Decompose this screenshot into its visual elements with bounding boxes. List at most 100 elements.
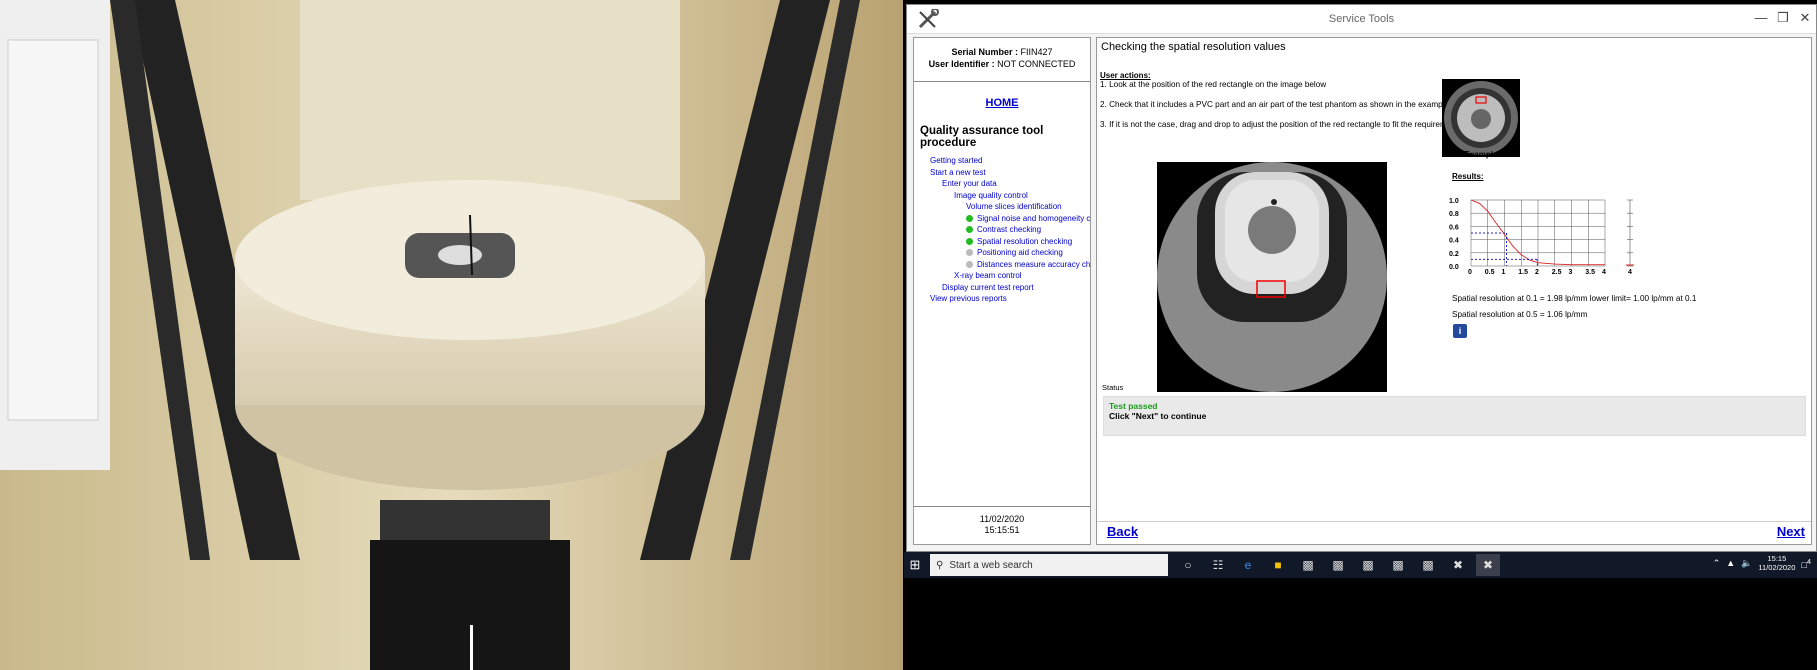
- serial-info: Serial Number : FIIN427 User Identifier …: [914, 46, 1090, 70]
- nav-contrast[interactable]: Contrast checking: [914, 224, 1090, 236]
- nav-distances[interactable]: Distances measure accuracy ch: [914, 259, 1090, 271]
- nav-getting-started[interactable]: Getting started: [914, 155, 1090, 167]
- nav-display-report[interactable]: Display current test report: [914, 282, 1090, 294]
- minimize-icon[interactable]: —: [1754, 10, 1768, 26]
- close-icon[interactable]: ✕: [1798, 10, 1812, 26]
- restore-icon[interactable]: ❐: [1776, 10, 1790, 26]
- step-1: 1. Look at the position of the red recta…: [1100, 80, 1327, 89]
- divider: [914, 81, 1090, 82]
- nav-start-new-test[interactable]: Start a new test: [914, 167, 1090, 179]
- info-icon[interactable]: i: [1453, 324, 1467, 338]
- x-tick-label: 3: [1569, 269, 1573, 276]
- clock[interactable]: 15:15 11/02/2020: [1758, 554, 1795, 572]
- sr-result-2: Spatial resolution at 0.5 = 1.06 lp/mm: [1452, 310, 1588, 319]
- x-tick-label: 1.5: [1518, 269, 1528, 276]
- notification-count: 4: [1806, 556, 1811, 566]
- back-button[interactable]: Back: [1107, 524, 1138, 539]
- nav-previous-reports[interactable]: View previous reports: [914, 293, 1090, 305]
- app-icon-2[interactable]: ▩: [1326, 554, 1350, 576]
- app-icon-1[interactable]: ▩: [1296, 554, 1320, 576]
- edge-icon[interactable]: e: [1236, 554, 1260, 576]
- status-passed: Test passed: [1109, 401, 1158, 411]
- y-tick-label: 0.6: [1449, 224, 1459, 231]
- step-2: 2. Check that it includes a PVC part and…: [1100, 100, 1479, 109]
- results-title: Results:: [1452, 172, 1484, 181]
- y-tick-label: 1.0: [1449, 198, 1459, 205]
- status-dot-icon: [966, 260, 973, 268]
- chevron-up-icon[interactable]: ⌃: [1713, 558, 1721, 569]
- clock-time: 15:15: [1767, 554, 1787, 563]
- time-text: 15:15:51: [984, 525, 1020, 535]
- phantom-photo: [0, 0, 903, 670]
- y-tick-label: 0.8: [1449, 211, 1459, 218]
- ct-slice-image[interactable]: [1157, 162, 1387, 392]
- search-placeholder: Start a web search: [949, 559, 1033, 571]
- serial-value: FIIN427: [1020, 47, 1053, 57]
- service-tools-window: Service Tools — ❐ ✕ Serial Number : FIIN…: [906, 4, 1817, 552]
- mtf-chart: 1.0 0.8 0.6 0.4 0.2 0.0 0 0.5 1 1.5 2 2.5 3 3.5 4 4: [1447, 188, 1667, 278]
- page-title: Checking the spatial resolution values: [1101, 41, 1286, 53]
- nav-label: Contrast checking: [977, 225, 1042, 234]
- user-actions-title: User actions:: [1100, 71, 1151, 80]
- nav-xray-beam[interactable]: X-ray beam control: [914, 270, 1090, 282]
- y-tick-label: 0.2: [1449, 251, 1459, 258]
- app-icon-5[interactable]: ▩: [1416, 554, 1440, 576]
- serial-label: Serial Number :: [951, 47, 1018, 57]
- procedure-title: Quality assurance tool procedure: [920, 125, 1044, 149]
- procedure-nav: Getting started Start a new test Enter y…: [914, 155, 1090, 305]
- status-box: Test passed Click "Next" to continue: [1103, 396, 1806, 436]
- status-dot-icon: [966, 249, 973, 257]
- taskbar: ⊞ ⚲ Start a web search ○ ☷ e ■ ▩ ▩ ▩ ▩ ▩…: [904, 552, 1817, 578]
- window-title: Service Tools: [1328, 13, 1395, 25]
- nav-enter-data[interactable]: Enter your data: [914, 178, 1090, 190]
- windows-start-icon[interactable]: ⊞: [904, 552, 926, 578]
- status-dot-icon: [966, 214, 973, 222]
- x-tick-label: 4: [1602, 269, 1606, 276]
- x-tick-label: 0: [1468, 269, 1472, 276]
- volume-icon[interactable]: 🔈: [1741, 558, 1752, 569]
- user-value: NOT CONNECTED: [997, 59, 1076, 69]
- nav-label: Signal noise and homogeneity c: [977, 213, 1090, 223]
- cortana-icon[interactable]: ○: [1176, 554, 1200, 576]
- tools-app-active-icon[interactable]: ✖: [1476, 554, 1500, 576]
- x-tick-label: 3.5: [1585, 269, 1595, 276]
- home-link[interactable]: HOME: [914, 97, 1090, 109]
- nav-label: Spatial resolution checking: [977, 236, 1073, 246]
- nav-spatial-resolution[interactable]: Spatial resolution checking: [914, 236, 1090, 248]
- task-view-icon[interactable]: ☷: [1206, 554, 1230, 576]
- right-axis-tick-label: 4: [1628, 269, 1632, 276]
- date-text: 11/02/2020: [979, 514, 1025, 524]
- status-dot-icon: [966, 237, 973, 245]
- notification-icon[interactable]: □4: [1801, 557, 1811, 570]
- sr-result-1: Spatial resolution at 0.1 = 1.98 lp/mm l…: [1452, 294, 1697, 303]
- example-label: Example: [1464, 150, 1498, 159]
- x-tick-label: 1: [1502, 269, 1506, 276]
- nav-positioning-aid[interactable]: Positioning aid checking: [914, 247, 1090, 259]
- y-tick-label: 0.0: [1449, 264, 1459, 271]
- system-tray: ⌃ ▲ 🔈 15:15 11/02/2020 □4: [1713, 554, 1811, 572]
- nav-label: Distances measure accuracy ch: [977, 259, 1090, 269]
- example-image: [1442, 79, 1520, 157]
- title-bar: Service Tools — ❐ ✕: [907, 5, 1816, 34]
- user-label: User Identifier :: [928, 59, 995, 69]
- file-explorer-icon[interactable]: ■: [1266, 554, 1290, 576]
- y-tick-label: 0.4: [1449, 238, 1459, 245]
- datetime-box: 11/02/2020 15:15:51: [914, 506, 1090, 544]
- nav-image-quality-control[interactable]: Image quality control: [914, 190, 1090, 202]
- nav-volume-slices[interactable]: Volume slices identification: [914, 201, 1090, 213]
- network-icon[interactable]: ▲: [1726, 558, 1735, 568]
- app-icon-4[interactable]: ▩: [1386, 554, 1410, 576]
- x-tick-label: 2.5: [1552, 269, 1562, 276]
- status-continue: Click "Next" to continue: [1109, 411, 1207, 421]
- tools-app-icon[interactable]: ✖: [1446, 554, 1470, 576]
- x-tick-label: 2: [1535, 269, 1539, 276]
- next-button[interactable]: Next: [1777, 524, 1805, 539]
- status-dot-icon: [966, 226, 973, 234]
- footer-nav: Back Next: [1097, 521, 1811, 544]
- search-box[interactable]: ⚲ Start a web search: [930, 554, 1168, 576]
- app-icon-3[interactable]: ▩: [1356, 554, 1380, 576]
- main-panel: Checking the spatial resolution values U…: [1096, 37, 1812, 545]
- nav-label: Positioning aid checking: [977, 248, 1063, 257]
- clock-date: 11/02/2020: [1758, 563, 1796, 572]
- nav-signal-noise[interactable]: Signal noise and homogeneity c: [914, 213, 1090, 225]
